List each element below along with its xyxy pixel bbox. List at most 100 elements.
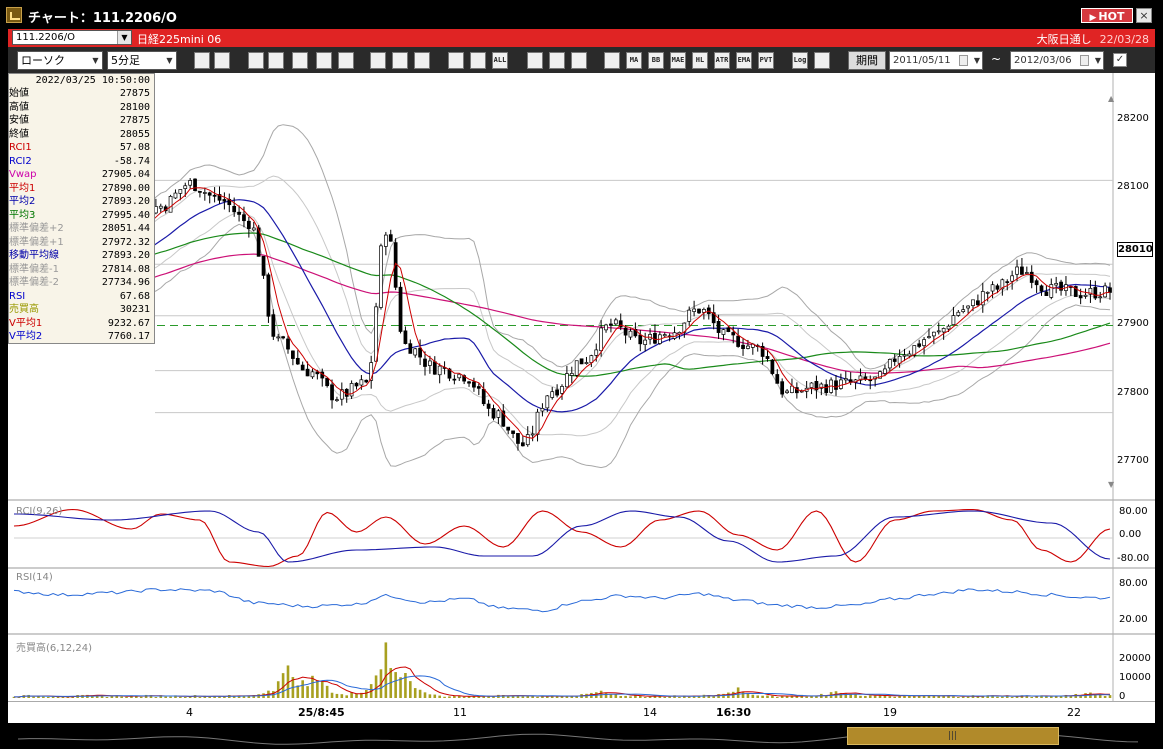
volume-bar [433,694,437,698]
data-window-row: RSI 67.68 [9,290,154,304]
scroll-thumb[interactable]: ||| [847,727,1059,745]
candle-body [971,299,975,306]
volume-bar [864,695,867,698]
rci-panel-title: RCI(9,26) [16,506,63,517]
grip-icon: ||| [948,731,958,741]
data-window-row: 高値 28100 [9,101,154,115]
volume-bar [453,695,456,698]
candle-body [746,345,750,349]
data-window-key: 標準偏差-2 [9,277,59,288]
candle-body [560,386,564,394]
data-window-row: RCI2 -58.74 [9,155,154,169]
volume-bar [32,696,35,698]
volume-bar [208,696,212,698]
data-window-key: 標準偏差-1 [9,263,59,275]
data-window-key: 売買高 [9,304,39,315]
volume-bar [996,696,999,698]
volume-bar [462,696,466,698]
candle-body [428,360,432,366]
candle-body [653,332,657,344]
candle-body [335,399,339,401]
volume-bar [1059,696,1063,698]
candle-body [1103,285,1107,298]
data-window-row: 終値 28055 [9,128,154,142]
candle-body [702,309,706,313]
volume-bar [868,695,872,698]
data-window-value: 28100 [119,101,150,113]
volume-bar [281,673,285,698]
volume-bar [521,696,525,698]
candle-body [188,180,193,186]
candle-body [790,385,794,393]
volume-bar [404,673,407,698]
volume-bar [893,696,897,698]
candle-body [662,334,667,337]
candle-body [1005,281,1010,283]
candle-body [530,433,535,436]
candle-body [344,388,349,397]
volume-bar [751,694,755,698]
data-window-row: RCI1 57.08 [9,141,154,155]
candle-body [545,395,550,409]
candle-body [579,358,584,365]
candle-body [476,386,481,389]
data-window-key: 平均1 [9,182,36,194]
data-window-value: 27905.04 [101,169,150,180]
rsi-tick-label: 80.00 [1119,578,1148,589]
volume-bar [345,695,349,698]
volume-bar [301,680,304,698]
candle-body [565,373,569,388]
volume-bar [648,696,652,698]
candle-body [496,410,501,418]
data-window-key: 平均3 [9,209,36,221]
volume-bar [1010,696,1014,698]
candle-body [1049,284,1054,298]
candle-body [383,234,388,247]
candle-body [931,331,936,337]
data-window-key: V平均2 [9,331,43,342]
data-window-value: 27875 [119,88,150,99]
volume-bar [922,695,926,698]
volume-bar [785,696,789,698]
candle-body [457,373,462,379]
volume-bar [629,696,632,698]
candle-body [1078,295,1083,299]
candle-body [158,205,163,209]
candle-body [550,391,555,398]
candle-body [922,339,926,346]
data-window-row: V平均2 7760.17 [9,330,154,344]
price-tick-label: 27700 [1117,455,1149,466]
data-window-value: 28055 [119,128,150,140]
candle-body [589,355,594,363]
volume-bar [399,677,402,698]
candle-body [716,321,721,333]
candle-body [697,308,701,314]
candle-body [516,433,520,444]
candle-body [403,330,408,344]
volume-bar [164,696,167,698]
data-window-value: 9232.67 [107,317,150,329]
candle-body [569,373,574,376]
volume-bar [330,692,334,698]
volume-bar [428,694,432,698]
data-window-value: 28051.44 [101,223,150,234]
volume-bar [423,692,427,698]
candle-body [359,379,364,386]
volume-bar [413,688,417,698]
volume-bar [169,696,172,698]
candle-body [325,378,330,387]
chart-canvas[interactable]: ▲▼ [0,0,1163,749]
candle-body [643,339,648,345]
candle-body [202,192,207,194]
scroll-up-icon: ▲ [1108,94,1115,103]
candle-body [770,359,775,374]
candle-body [506,426,511,431]
candle-body [687,309,692,322]
candle-body [594,349,599,356]
candle-body [613,319,618,325]
volume-bar [198,697,202,698]
data-window-key: 終値 [9,128,29,140]
candle-body [413,348,418,356]
data-window-key: 標準偏差+2 [9,223,64,234]
candle-body [222,199,227,202]
